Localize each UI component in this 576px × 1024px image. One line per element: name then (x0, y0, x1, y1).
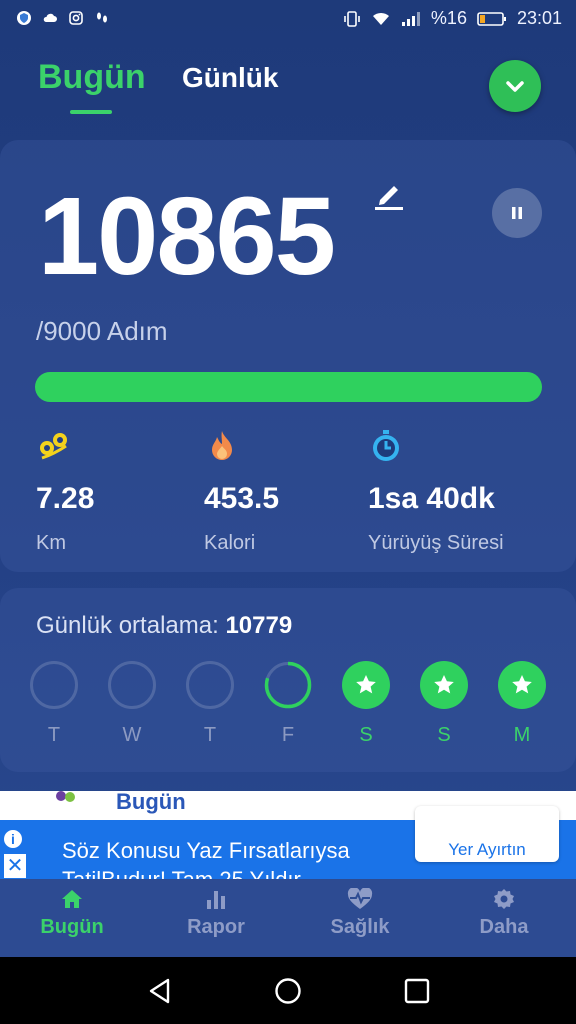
chevron-down-icon (506, 81, 524, 92)
step-goal: /9000 Adım (36, 316, 168, 346)
status-bar: %16 23:01 (0, 0, 576, 40)
pause-button[interactable] (492, 188, 542, 238)
cloud-icon (43, 13, 57, 22)
nav-label: Bugün (40, 916, 104, 938)
ad-logo (56, 791, 75, 802)
home-icon (62, 890, 82, 908)
clock: 23:01 (516, 8, 562, 28)
step-progress-bar (35, 372, 542, 402)
ad-brand: Bugün (116, 791, 186, 814)
heart-pulse-icon (347, 888, 373, 909)
day-label: S (359, 724, 373, 746)
ad-cta-button[interactable]: Yer Ayırtın (415, 806, 559, 862)
day-label: S (437, 724, 451, 746)
day-circle[interactable] (108, 661, 156, 709)
metric-label: Yürüyüş Süresi (368, 532, 504, 554)
star-icon (512, 675, 532, 694)
system-indicators: %16 23:01 (343, 8, 562, 29)
footsteps-icon (97, 12, 107, 23)
shield-icon (17, 11, 31, 25)
pause-icon (512, 207, 522, 219)
expand-button[interactable] (489, 60, 541, 112)
metric-value: 453.5 (204, 482, 280, 515)
metric-duration (368, 428, 404, 469)
close-icon[interactable]: ✕ (4, 854, 26, 878)
metric-value: 1sa 40dk (368, 482, 495, 515)
nav-label: Daha (479, 916, 529, 938)
wifi-icon (372, 12, 389, 25)
stopwatch-icon (373, 430, 399, 461)
nav-item-report[interactable]: Rapor (144, 888, 288, 939)
day-circle-done[interactable] (420, 661, 468, 709)
edit-icon[interactable] (372, 178, 406, 212)
nav-label: Rapor (187, 916, 245, 938)
nav-item-today[interactable]: Bugün (0, 888, 144, 939)
day-label: T (203, 724, 217, 746)
ad-cta-label: Yer Ayırtın (448, 840, 526, 859)
flame-icon (212, 431, 232, 460)
tab-daily[interactable]: Günlük (182, 62, 278, 94)
system-nav-bar (0, 957, 576, 1024)
info-icon[interactable]: i (2, 828, 24, 850)
daily-average-label: Günlük ortalama: (36, 612, 219, 639)
gear-icon (494, 889, 514, 909)
day-label: W (122, 724, 142, 746)
ad-headline: Söz Konusu Yaz Fırsatlarıysa (62, 838, 350, 863)
step-count: 10865 (38, 175, 336, 298)
nav-item-health[interactable]: Sağlık (288, 888, 432, 939)
battery-icon (477, 11, 506, 26)
day-circle-done[interactable] (342, 661, 390, 709)
day-label: F (281, 724, 295, 746)
star-icon (434, 675, 454, 694)
day-circle[interactable] (30, 661, 78, 709)
signal-icon (401, 11, 420, 26)
day-label: T (47, 724, 61, 746)
metric-distance (36, 428, 72, 469)
active-tab-indicator (70, 110, 112, 114)
day-circle[interactable] (186, 661, 234, 709)
daily-average: Günlük ortalama: 10779 (36, 612, 292, 640)
instagram-icon (69, 11, 83, 25)
nav-label: Sağlık (330, 916, 390, 938)
vibrate-icon (344, 10, 360, 27)
recents-icon[interactable] (403, 977, 431, 1005)
battery-percent: %16 (430, 8, 467, 28)
metric-calories (204, 428, 240, 469)
notification-icons (16, 10, 110, 26)
distance-icon (40, 433, 67, 460)
metric-value: 7.28 (36, 482, 95, 515)
back-icon[interactable] (146, 977, 174, 1005)
day-circle-partial[interactable] (264, 661, 312, 709)
metric-label: Km (36, 532, 66, 554)
nav-item-more[interactable]: Daha (432, 888, 576, 939)
metric-label: Kalori (204, 532, 256, 554)
day-label: M (513, 724, 531, 746)
daily-average-value: 10779 (225, 612, 293, 639)
star-icon (356, 675, 376, 694)
ad-body[interactable]: i ✕ Söz Konusu Yaz Fırsatlarıysa TatilBu… (0, 806, 576, 892)
tab-today[interactable]: Bugün (38, 58, 146, 97)
bar-chart-icon (207, 891, 225, 909)
home-circle-icon[interactable] (274, 977, 302, 1005)
day-circle-done[interactable] (498, 661, 546, 709)
